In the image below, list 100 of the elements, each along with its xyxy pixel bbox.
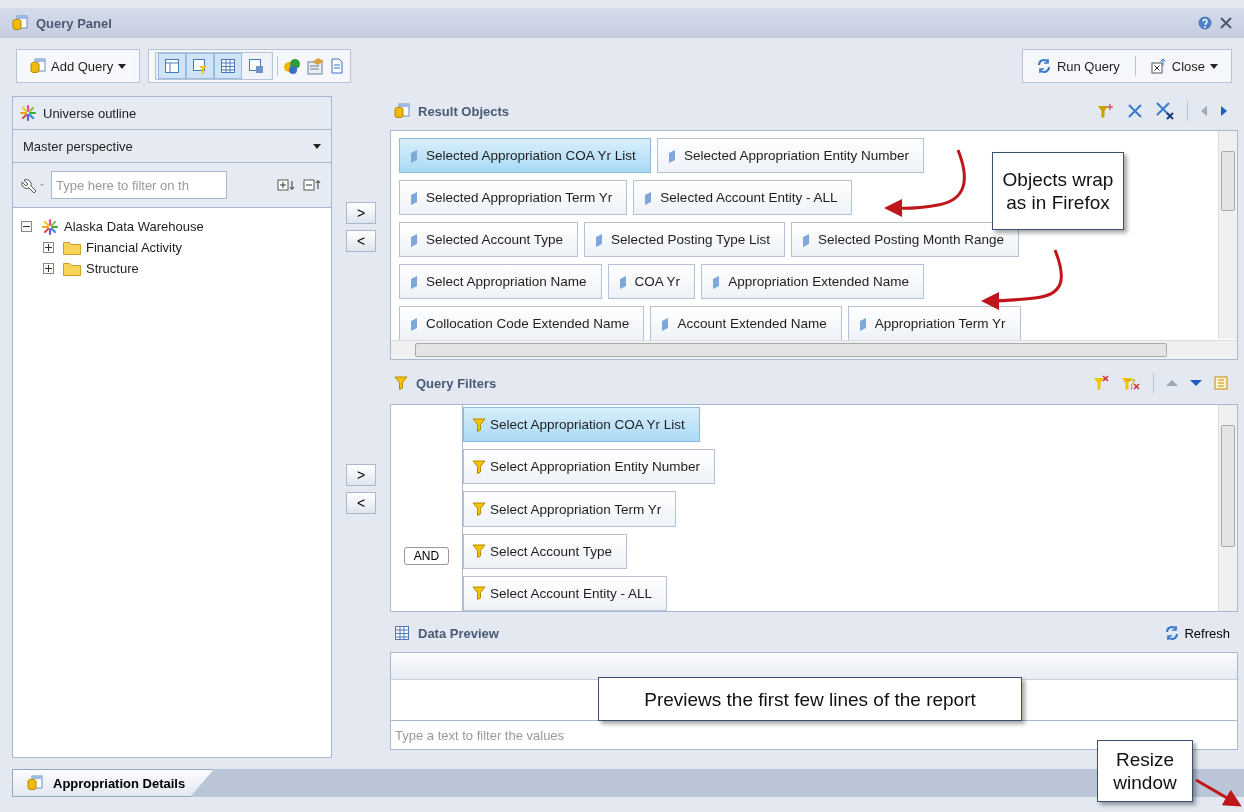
window-title: Query Panel: [36, 15, 113, 31]
caret-icon: [313, 143, 321, 149]
universe-icon: [19, 104, 37, 122]
dimension-icon: [410, 232, 418, 247]
result-object[interactable]: Account Extended Name: [650, 306, 842, 340]
grid-icon: [394, 625, 410, 641]
dimension-icon: [410, 274, 418, 289]
filter-icon: [472, 459, 486, 474]
result-object[interactable]: Selected Appropriation Term Yr: [399, 180, 628, 215]
panel-title: Universe outline: [43, 105, 137, 121]
result-object[interactable]: Selected Account Type: [399, 222, 579, 257]
dimension-icon: [712, 274, 721, 289]
filter-icon: [472, 586, 486, 601]
callout: Resize window: [1097, 740, 1193, 802]
result-object[interactable]: COA Yr: [607, 264, 696, 299]
expand-icon[interactable]: [43, 242, 54, 253]
result-object[interactable]: Selected Posting Type List: [584, 222, 785, 257]
wrench-icon[interactable]: [21, 176, 45, 194]
right-arrow-icon[interactable]: [1220, 106, 1228, 116]
help-icon[interactable]: [1198, 16, 1212, 30]
filter-field[interactable]: Type a text to filter the values: [390, 720, 1238, 750]
filter-icon: [472, 502, 486, 516]
remove-all-icon[interactable]: [1155, 102, 1175, 120]
dimension-icon: [410, 148, 418, 163]
operator-button[interactable]: AND: [403, 546, 450, 565]
tree-item[interactable]: Financial Activity: [86, 240, 183, 255]
perspective-dropdown[interactable]: Master perspective: [13, 130, 331, 163]
dimension-icon: [595, 232, 604, 247]
remove-icon[interactable]: [1127, 103, 1143, 119]
add-filter-icon[interactable]: [1097, 103, 1115, 119]
filter-icon: [472, 417, 486, 432]
remove-filter-icon[interactable]: [1093, 375, 1109, 391]
window-icon: [12, 15, 28, 31]
callout: Objects wrap as in Firefox: [992, 152, 1124, 230]
result-objects-icon: [394, 103, 410, 119]
grid-view-icon: [220, 58, 237, 74]
query-filter[interactable]: Select Appropriation COA Yr List: [463, 407, 700, 443]
dimension-icon: [801, 232, 810, 247]
document-icon[interactable]: [330, 58, 345, 74]
query-icon: [30, 58, 46, 74]
filter-icon: [472, 544, 486, 559]
add-object-button[interactable]: >: [346, 202, 376, 224]
query-filter[interactable]: Select Account Type: [463, 533, 628, 569]
remove-filter-button[interactable]: <: [346, 492, 376, 514]
query-filter[interactable]: Select Appropriation Entity Number: [463, 449, 716, 485]
close-query-icon: [1150, 58, 1167, 74]
outline-view-icon: [164, 58, 181, 74]
expand-icon[interactable]: [43, 263, 54, 274]
collapse-all-icon[interactable]: [303, 179, 323, 191]
scrollbar[interactable]: [1218, 405, 1237, 611]
arrow: [1195, 778, 1242, 807]
report-icon: [27, 775, 43, 791]
scrollbar[interactable]: [1218, 131, 1237, 339]
filter-view-icon: [192, 58, 209, 74]
result-object[interactable]: Selected Posting Month Range: [790, 222, 1020, 257]
tree-item[interactable]: Alaska Data Warehouse: [64, 219, 204, 234]
close-button[interactable]: Close: [1143, 51, 1225, 81]
refresh-icon: [1164, 625, 1181, 641]
result-object[interactable]: Selected Account Entity - ALL: [633, 180, 853, 215]
result-object[interactable]: Selected Appropriation COA Yr List: [399, 138, 651, 173]
section-title: Query Filters: [416, 375, 498, 391]
dimension-icon: [667, 148, 676, 163]
dimension-icon: [858, 316, 867, 331]
query-filter[interactable]: Select Account Entity - ALL: [463, 575, 668, 611]
expand-all-icon[interactable]: [277, 179, 297, 191]
report-tab[interactable]: Appropriation Details: [12, 769, 215, 797]
preview-view-icon: [248, 58, 265, 74]
result-object[interactable]: Appropriation Extended Name: [701, 264, 924, 299]
dimension-icon: [618, 274, 627, 289]
tree-item[interactable]: Structure: [86, 261, 139, 276]
view-toggle[interactable]: [242, 53, 271, 79]
filter-icon: [394, 376, 408, 390]
caret-icon: [118, 63, 127, 69]
add-filter-button[interactable]: >: [346, 464, 376, 486]
dimension-icon: [644, 190, 653, 205]
folder-icon: [63, 261, 81, 276]
folder-icon: [63, 240, 81, 255]
universe-icon: [41, 217, 59, 236]
run-query-button[interactable]: Run Query: [1028, 51, 1127, 81]
result-object[interactable]: Selected Appropriation Entity Number: [656, 138, 924, 173]
view-toggle[interactable]: [186, 53, 215, 79]
refresh-button[interactable]: Refresh: [1160, 625, 1234, 641]
query-filter[interactable]: Select Appropriation Term Yr: [463, 491, 677, 527]
section-title: Data Preview: [418, 625, 500, 641]
result-object[interactable]: Appropriation Term Yr: [847, 306, 1021, 340]
result-object[interactable]: Select Appropriation Name: [399, 264, 602, 299]
down-arrow-icon[interactable]: [1190, 379, 1202, 387]
callout: Previews the first few lines of the report: [598, 677, 1022, 721]
scrollbar[interactable]: [391, 340, 1237, 359]
collapse-icon[interactable]: [21, 221, 32, 232]
section-title: Result Objects: [418, 103, 511, 119]
close-icon[interactable]: [1220, 17, 1232, 29]
filter-field[interactable]: Type here to filter on th: [51, 171, 227, 199]
remove-all-filters-icon[interactable]: [1121, 375, 1141, 391]
refresh-icon: [1035, 58, 1052, 74]
view-toggle[interactable]: [214, 53, 243, 79]
remove-object-button[interactable]: <: [346, 230, 376, 252]
combine-query-icon[interactable]: [282, 56, 303, 76]
view-toggle[interactable]: [158, 53, 187, 79]
result-object[interactable]: Collocation Code Extended Name: [399, 306, 645, 340]
